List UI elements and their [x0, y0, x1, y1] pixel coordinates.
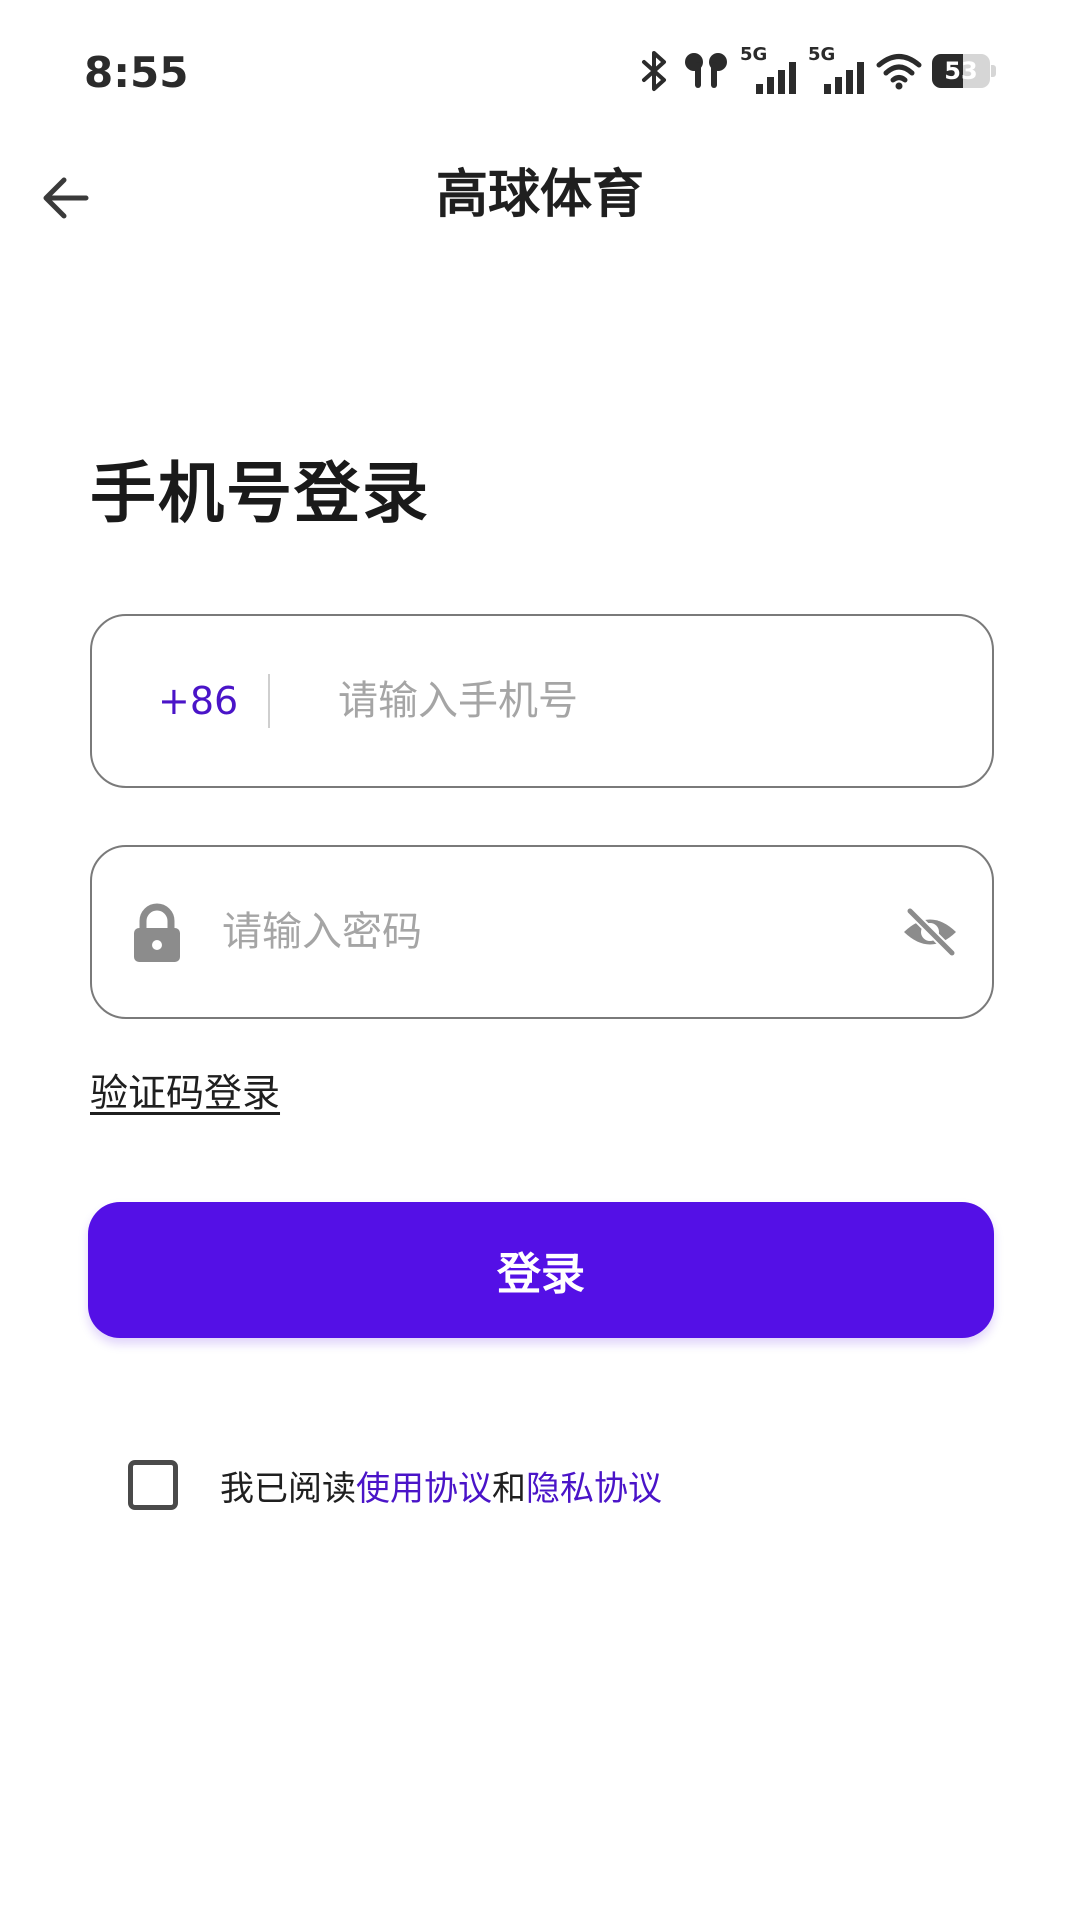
eye-off-icon — [904, 907, 957, 957]
phone-field: +86 — [90, 614, 994, 788]
status-bar: 8:55 5G 5G 53 — [0, 0, 1080, 140]
back-button[interactable] — [36, 168, 96, 228]
sms-code-login-link[interactable]: 验证码登录 — [90, 1062, 280, 1117]
app-title: 高球体育 — [435, 165, 644, 225]
signal-icon — [824, 62, 864, 94]
country-code-selector[interactable]: +86 — [158, 616, 238, 786]
password-visibility-toggle[interactable] — [898, 902, 962, 962]
cellular-signal-2: 5G — [808, 44, 866, 94]
signal-icon — [756, 62, 796, 94]
privacy-policy-link[interactable]: 隐私协议 — [526, 1469, 662, 1509]
agreement-checkbox[interactable] — [128, 1460, 178, 1510]
agreement-text: 我已阅读使用协议和隐私协议 — [220, 1461, 662, 1510]
arrow-left-icon — [43, 177, 89, 219]
phone-input[interactable] — [338, 616, 958, 786]
bluetooth-icon — [642, 51, 666, 91]
field-divider — [268, 674, 270, 728]
battery-icon: 53 — [932, 54, 996, 88]
app-bar: 高球体育 — [0, 150, 1080, 240]
battery-body: 53 — [932, 54, 990, 88]
password-input[interactable] — [222, 847, 862, 1017]
status-time: 8:55 — [84, 48, 189, 97]
battery-cap — [991, 65, 996, 77]
earbuds-icon — [685, 53, 727, 88]
wifi-icon — [876, 54, 922, 90]
lock-icon — [134, 903, 180, 962]
login-screen: 8:55 5G 5G 53 高球体育 手机号登录 +86 请输入手机号 验证码登… — [0, 0, 1080, 1920]
page-title: 手机号登录 — [90, 455, 430, 532]
battery-percent: 53 — [944, 57, 978, 85]
cellular-signal-1: 5G — [740, 44, 798, 94]
agreement-row: 我已阅读使用协议和隐私协议 — [128, 1460, 662, 1510]
password-field — [90, 845, 994, 1019]
agreement-conjunction: 和 — [492, 1468, 526, 1509]
agreement-prefix: 我已阅读 — [220, 1468, 356, 1509]
terms-of-use-link[interactable]: 使用协议 — [356, 1469, 492, 1509]
login-button[interactable]: 登录 — [88, 1202, 994, 1338]
status-icons: 5G 5G 53 — [638, 44, 996, 94]
